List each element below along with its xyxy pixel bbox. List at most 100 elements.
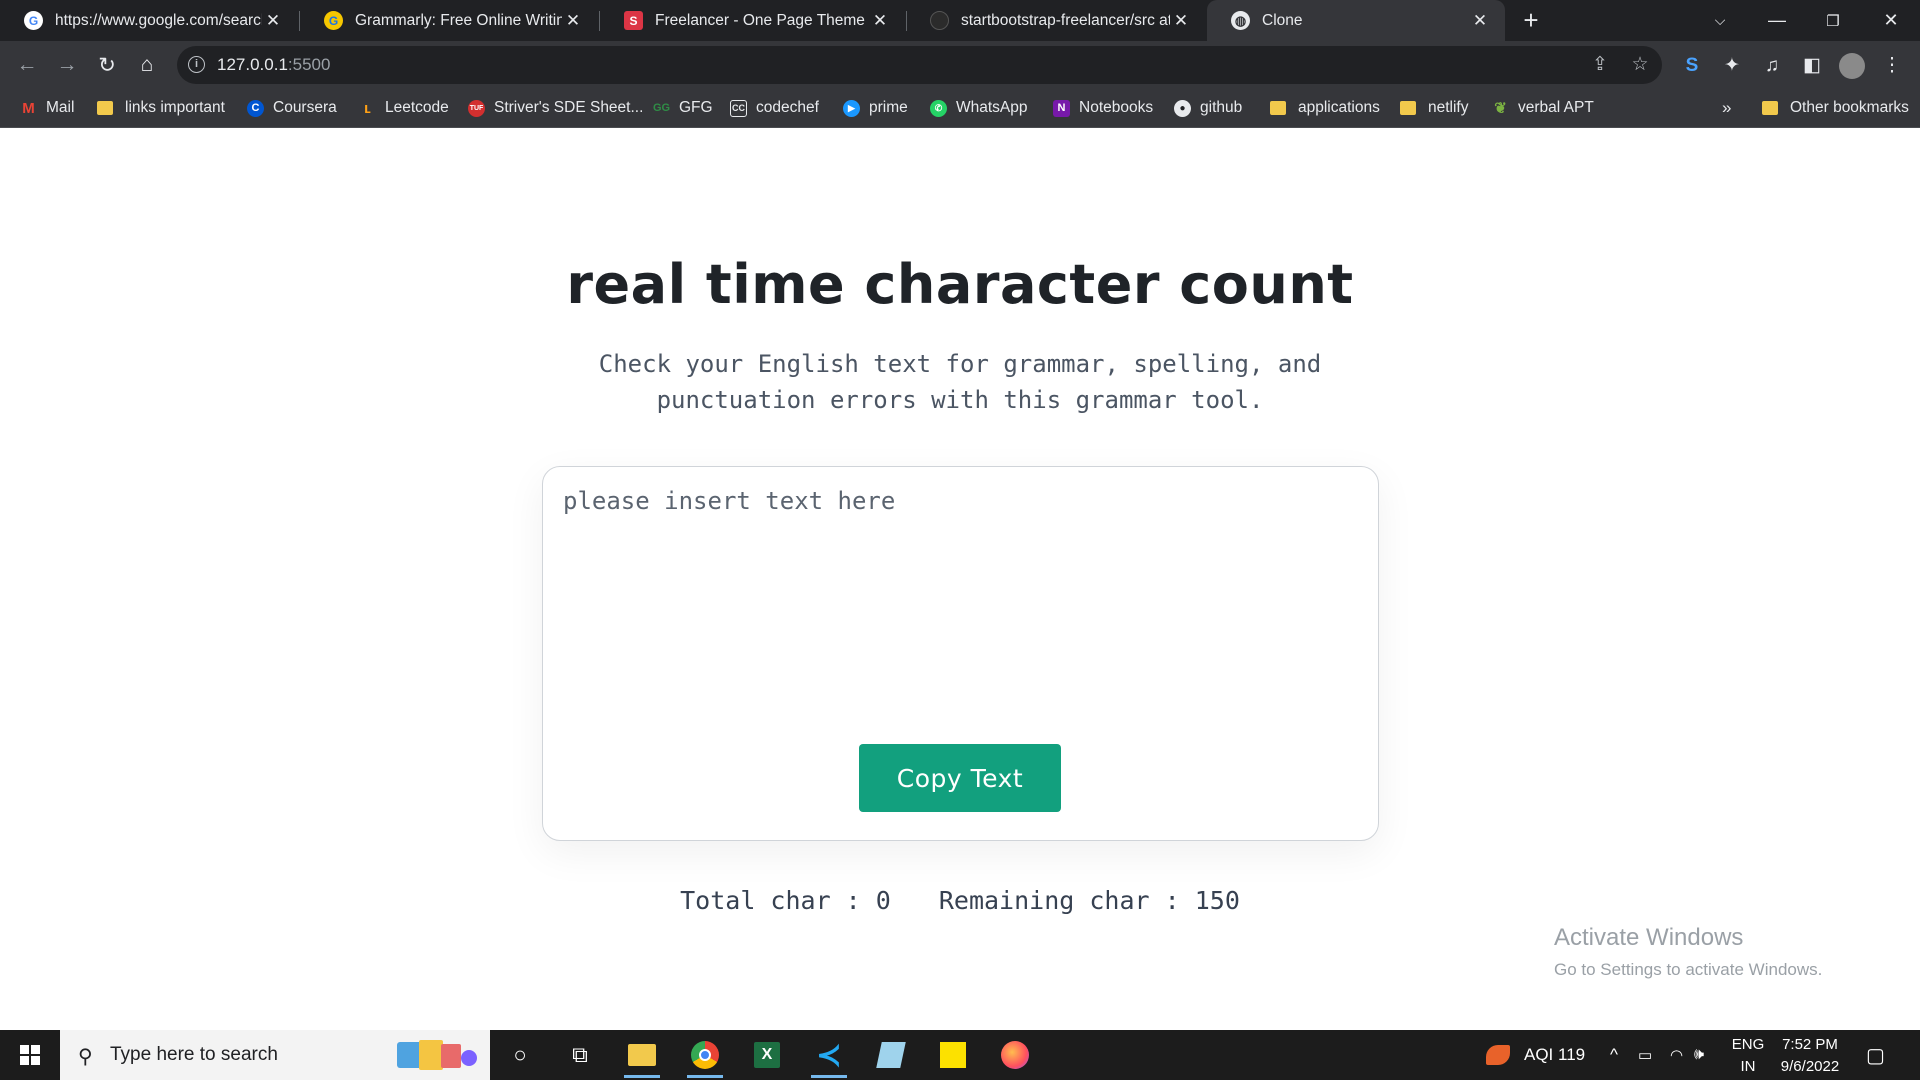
back-arrow-icon[interactable]: ← bbox=[13, 51, 41, 79]
bookmark-label: codechef bbox=[756, 99, 819, 116]
search-highlight-illustration-icon bbox=[397, 1040, 477, 1070]
page-title: real time character count bbox=[566, 253, 1354, 316]
site-info-icon[interactable]: i bbox=[188, 56, 205, 73]
reload-icon[interactable]: ↻ bbox=[93, 51, 121, 79]
bookmark-applications[interactable]: applications bbox=[1270, 89, 1380, 127]
bookmark-mail[interactable]: M Mail bbox=[20, 89, 74, 127]
bookmark-links-important[interactable]: links important bbox=[97, 89, 225, 127]
leetcode-icon: ʟ bbox=[364, 99, 371, 117]
excel-icon[interactable]: X bbox=[739, 1030, 795, 1080]
bookmark-label: GFG bbox=[679, 99, 713, 116]
wifi-icon[interactable]: ◠ bbox=[1670, 1030, 1683, 1080]
bookmark-github[interactable]: ● github bbox=[1174, 89, 1242, 127]
folder-icon bbox=[1400, 101, 1416, 115]
editor-card: Copy Text bbox=[542, 466, 1379, 841]
system-clock[interactable]: 7:52 PM 9/6/2022 bbox=[1770, 1034, 1850, 1078]
bookmark-prime[interactable]: ▶ prime bbox=[843, 89, 908, 127]
bookmark-coursera[interactable]: C Coursera bbox=[247, 89, 337, 127]
file-explorer-icon[interactable] bbox=[614, 1030, 670, 1080]
character-counts: Total char : 0 Remaining char : 150 bbox=[0, 886, 1920, 915]
clock-date: 9/6/2022 bbox=[1780, 1058, 1840, 1075]
taskbar-search[interactable]: ⚲ Type here to search bbox=[60, 1030, 490, 1080]
show-hidden-icons-chevron-icon[interactable]: ^ bbox=[1610, 1030, 1618, 1080]
active-app-indicator bbox=[811, 1075, 847, 1078]
close-icon[interactable]: ✕ bbox=[1170, 11, 1192, 31]
restore-button[interactable]: ❐ bbox=[1808, 0, 1858, 41]
weather-widget[interactable]: AQI 119 bbox=[1486, 1030, 1585, 1080]
bookmark-codechef[interactable]: CC codechef bbox=[730, 89, 819, 127]
input-language[interactable]: ENG IN bbox=[1722, 1034, 1774, 1078]
notification-center-icon[interactable]: ▢ bbox=[1866, 1030, 1885, 1080]
bookmarks-overflow-button[interactable]: » bbox=[1722, 89, 1731, 127]
gmail-icon: M bbox=[22, 99, 35, 117]
star-bookmark-icon[interactable]: ☆ bbox=[1628, 53, 1652, 77]
bookmark-striver[interactable]: TUF Striver's SDE Sheet... bbox=[468, 89, 643, 127]
page-subtitle: Check your English text for grammar, spe… bbox=[598, 350, 1322, 414]
copy-text-button[interactable]: Copy Text bbox=[859, 744, 1061, 812]
language-code: ENG bbox=[1731, 1036, 1765, 1053]
close-icon[interactable]: ✕ bbox=[1469, 11, 1491, 31]
bookmark-label: Mail bbox=[46, 99, 75, 116]
profile-avatar[interactable] bbox=[1839, 53, 1865, 79]
address-bar[interactable]: i 127.0.0.1:5500 ⇪ ☆ bbox=[177, 46, 1662, 84]
gfg-icon: GG bbox=[652, 102, 671, 114]
bookmark-netlify[interactable]: netlify bbox=[1400, 89, 1469, 127]
firefox-icon[interactable] bbox=[987, 1030, 1043, 1080]
watermark-subtitle: Go to Settings to activate Windows. bbox=[1554, 960, 1823, 979]
chrome-icon[interactable] bbox=[677, 1030, 733, 1080]
share-icon[interactable]: ⇪ bbox=[1588, 53, 1612, 77]
bookmark-leetcode[interactable]: ʟ Leetcode bbox=[359, 89, 449, 127]
remaining-char-label: Remaining char : bbox=[938, 886, 1195, 915]
tab-title: https://www.google.com/search? bbox=[55, 11, 262, 29]
volume-icon[interactable]: 🕪 bbox=[1694, 1030, 1704, 1080]
tab-search-icon[interactable]: ⌵ bbox=[1695, 0, 1745, 41]
tab-title: Grammarly: Free Online Writing A bbox=[355, 11, 562, 29]
side-panel-icon[interactable]: ◧ bbox=[1799, 53, 1825, 79]
close-icon[interactable]: ✕ bbox=[869, 11, 891, 31]
bookmark-notebooks[interactable]: N Notebooks bbox=[1053, 89, 1153, 127]
tab-clone[interactable]: ◍ Clone ✕ bbox=[1207, 0, 1505, 41]
close-icon[interactable]: ✕ bbox=[262, 11, 284, 31]
bookmark-label: applications bbox=[1298, 99, 1380, 116]
bookmark-verbal-apt[interactable]: ❦ verbal APT bbox=[1492, 89, 1594, 127]
github-icon: ● bbox=[1174, 99, 1191, 117]
bookmark-gfg[interactable]: GG GFG bbox=[653, 89, 713, 127]
new-tab-button[interactable]: + bbox=[1506, 0, 1556, 41]
sticky-notes-icon[interactable] bbox=[925, 1030, 981, 1080]
media-control-icon[interactable]: ♫ bbox=[1759, 53, 1785, 79]
github-icon bbox=[930, 11, 949, 30]
tab-grammarly[interactable]: G Grammarly: Free Online Writing A ✕ bbox=[300, 0, 598, 41]
start-button[interactable] bbox=[0, 1030, 60, 1080]
home-icon[interactable]: ⌂ bbox=[133, 51, 161, 79]
battery-icon[interactable]: ▭ bbox=[1638, 1030, 1652, 1080]
tab-freelancer[interactable]: S Freelancer - One Page Theme - S ✕ bbox=[600, 0, 905, 41]
extensions-puzzle-icon[interactable]: ✦ bbox=[1719, 53, 1745, 79]
task-view-icon[interactable]: ⧉ bbox=[552, 1030, 608, 1080]
bookmark-label: netlify bbox=[1428, 99, 1469, 116]
folder-icon bbox=[97, 101, 113, 115]
minimize-button[interactable]: — bbox=[1752, 0, 1802, 41]
other-bookmarks[interactable]: Other bookmarks bbox=[1762, 89, 1909, 127]
bookmark-whatsapp[interactable]: ✆ WhatsApp bbox=[930, 89, 1028, 127]
text-input[interactable] bbox=[563, 487, 1358, 677]
tab-github-repo[interactable]: startbootstrap-freelancer/src at m ✕ bbox=[906, 0, 1206, 41]
cortana-icon[interactable]: ○ bbox=[492, 1030, 548, 1080]
grammarly-icon: G bbox=[324, 11, 343, 30]
notepad-app-icon[interactable] bbox=[863, 1030, 919, 1080]
vscode-icon[interactable]: ≺ bbox=[801, 1030, 857, 1080]
forward-arrow-icon[interactable]: → bbox=[53, 51, 81, 79]
remaining-char-value: 150 bbox=[1194, 886, 1240, 915]
menu-kebab-icon[interactable]: ⋮ bbox=[1879, 53, 1905, 79]
bookmark-label: Coursera bbox=[273, 99, 337, 116]
search-icon: ⚲ bbox=[78, 1046, 93, 1068]
search-placeholder: Type here to search bbox=[110, 1044, 278, 1065]
tab-google-search[interactable]: G https://www.google.com/search? ✕ bbox=[0, 0, 298, 41]
browser-tab-strip: G https://www.google.com/search? ✕ G Gra… bbox=[0, 0, 1920, 41]
close-window-button[interactable]: ✕ bbox=[1866, 0, 1916, 41]
address-url[interactable]: 127.0.0.1:5500 bbox=[217, 55, 330, 75]
extension-s-icon[interactable]: S bbox=[1679, 53, 1705, 79]
aqi-label: AQI 119 bbox=[1524, 1045, 1586, 1064]
folder-icon bbox=[1270, 101, 1286, 115]
tab-title: startbootstrap-freelancer/src at m bbox=[961, 11, 1170, 29]
close-icon[interactable]: ✕ bbox=[562, 11, 584, 31]
